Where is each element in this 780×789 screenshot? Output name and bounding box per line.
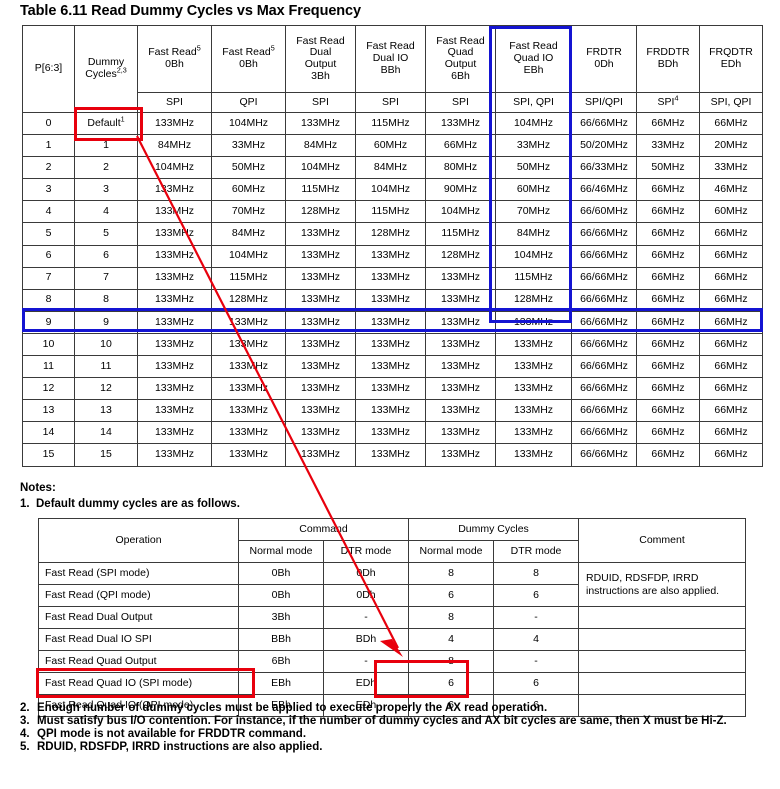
red-arrow-annotation: [136, 135, 403, 657]
datasheet-page: Table 6.11 Read Dummy Cycles vs Max Freq…: [0, 0, 780, 789]
